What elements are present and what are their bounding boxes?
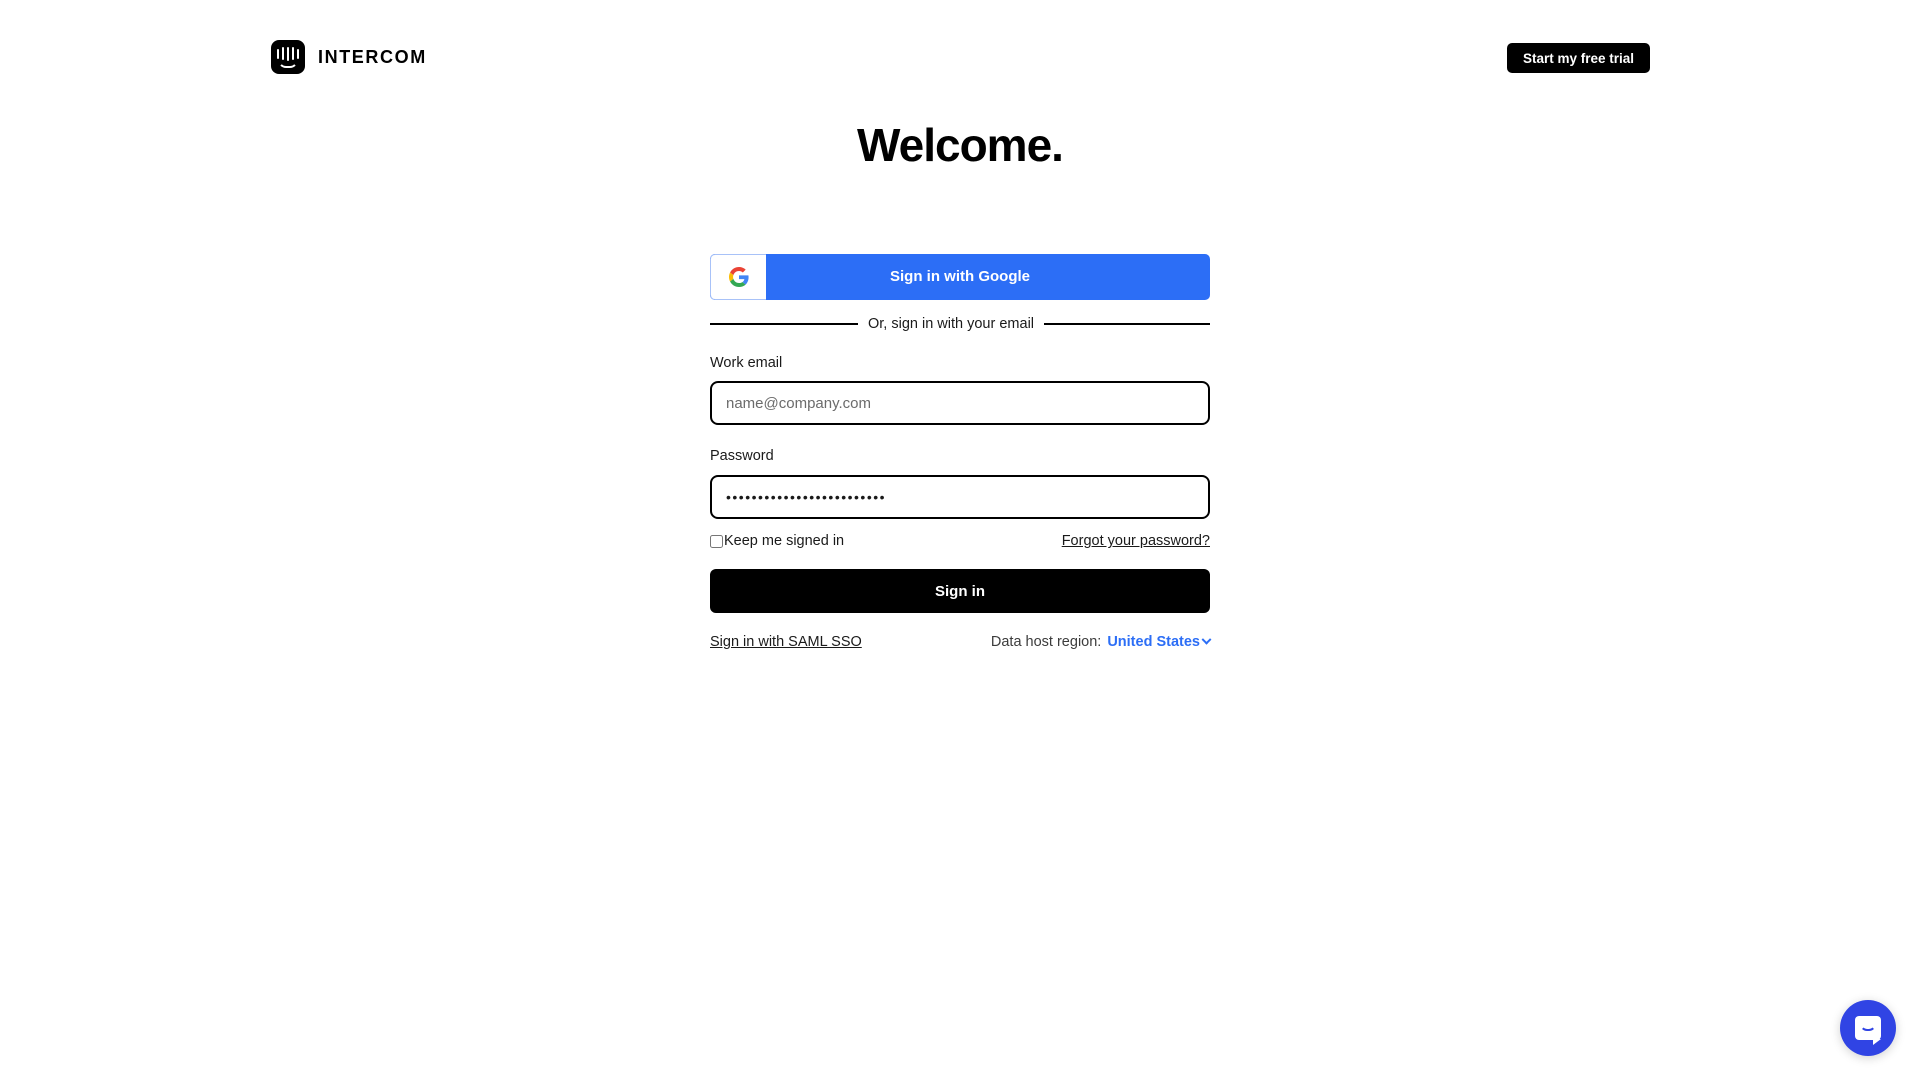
chat-bubble-icon	[1855, 1016, 1881, 1045]
intercom-mark-icon	[271, 40, 305, 74]
logo-smile	[278, 60, 298, 68]
data-host-region-value: United States	[1107, 634, 1200, 651]
data-host-region: Data host region: United States	[990, 634, 1212, 651]
sign-in-button[interactable]: Sign in	[710, 569, 1210, 614]
password-label: Password	[710, 448, 774, 465]
login-page: INTERCOM Start my free trial Welcome. Si…	[0, 0, 1920, 1080]
work-email-label: Work email	[710, 354, 783, 371]
google-icon	[710, 253, 766, 300]
intercom-messenger-launcher[interactable]	[1840, 1000, 1896, 1056]
data-host-region-label: Data host region:	[990, 634, 1102, 651]
divider-rule-left	[710, 322, 858, 325]
keep-me-signed-in-checkbox[interactable]: Keep me signed in	[710, 533, 844, 549]
brand-wordmark: INTERCOM	[318, 46, 427, 67]
divider-rule-right	[1044, 322, 1210, 325]
forgot-password-link[interactable]: Forgot your password?	[1062, 533, 1210, 549]
google-button-label: Sign in with Google	[890, 268, 1030, 286]
saml-sso-link[interactable]: Sign in with SAML SSO	[710, 634, 862, 650]
divider-label: Or, sign in with your email	[868, 315, 1035, 332]
page-header: INTERCOM Start my free trial	[0, 0, 1920, 98]
chevron-down-icon	[1201, 634, 1212, 645]
data-host-region-select[interactable]: United States	[1107, 634, 1212, 651]
start-free-trial-button[interactable]: Start my free trial	[1506, 43, 1650, 73]
email-divider: Or, sign in with your email	[710, 316, 1210, 332]
page-title: Welcome.	[857, 119, 1064, 171]
keep-signed-in-label: Keep me signed in	[724, 533, 845, 550]
intercom-logo[interactable]: INTERCOM	[271, 40, 427, 74]
login-card: Welcome. Sign in with Google Or, sign in…	[710, 119, 1212, 651]
password-input[interactable]	[710, 475, 1210, 520]
sign-in-with-google-button[interactable]: Sign in with Google	[710, 253, 1210, 300]
keep-signed-in-input[interactable]	[710, 534, 723, 548]
bubble-smile	[1860, 1024, 1876, 1031]
login-options-row: Keep me signed in Forgot your password?	[710, 532, 1210, 550]
work-email-input[interactable]	[710, 381, 1210, 426]
logo-bars	[277, 47, 299, 61]
login-footer-row: Sign in with SAML SSO Data host region: …	[710, 634, 1212, 651]
